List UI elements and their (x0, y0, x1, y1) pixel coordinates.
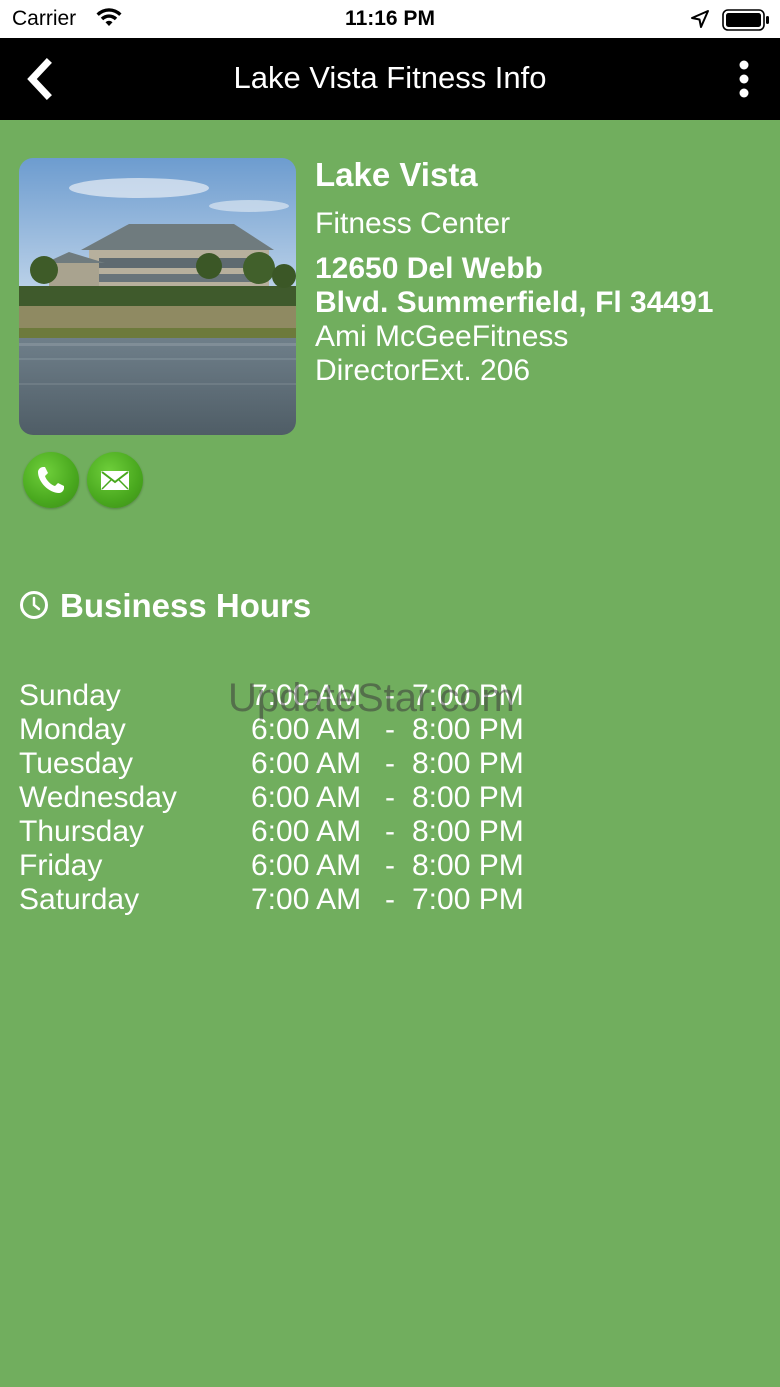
battery-icon (722, 9, 770, 36)
contact-line-1: Ami McGeeFitness (315, 320, 569, 353)
contact-line-2: DirectorExt. 206 (315, 354, 531, 387)
hours-open: 6:00 AM (251, 849, 362, 882)
hours-separator: - (385, 815, 395, 848)
watermark: UpdateStar.com (228, 676, 515, 720)
nav-bar: Lake Vista Fitness Info (0, 38, 780, 120)
hours-close: 8:00 PM (412, 815, 524, 848)
hours-row: Thursday 6:00 AM - 8:00 PM (19, 815, 619, 849)
address-line-1: 12650 Del Webb (315, 252, 543, 285)
hours-day: Friday (19, 849, 103, 882)
hours-separator: - (385, 849, 395, 882)
hours-close: 7:00 PM (412, 883, 524, 916)
call-button[interactable] (23, 452, 79, 508)
page-title: Lake Vista Fitness Info (233, 60, 547, 95)
hours-separator: - (385, 747, 395, 780)
hours-day: Thursday (19, 815, 145, 848)
facility-photo (19, 158, 296, 435)
hours-row: Saturday 7:00 AM - 7:00 PM (19, 883, 619, 917)
hours-day: Wednesday (19, 781, 177, 814)
hours-open: 7:00 AM (251, 883, 362, 916)
more-vertical-icon[interactable] (730, 58, 758, 100)
hours-day: Sunday (19, 679, 121, 712)
hours-separator: - (385, 781, 395, 814)
status-time: 11:16 PM (345, 7, 435, 30)
facility-name: Lake Vista (315, 156, 478, 193)
hours-close: 8:00 PM (412, 849, 524, 882)
hours-row: Wednesday 6:00 AM - 8:00 PM (19, 781, 619, 815)
hours-day: Saturday (19, 883, 140, 916)
phone-icon (38, 467, 64, 493)
facility-info: Lake Vista Fitness Center 12650 Del Webb… (315, 156, 765, 388)
hours-row: Friday 6:00 AM - 8:00 PM (19, 849, 619, 883)
hours-day: Monday (19, 713, 126, 746)
status-bar: Carrier 11:16 PM (0, 0, 780, 38)
address-line-2: Blvd. Summerfield, Fl 34491 (315, 286, 714, 319)
business-hours-title: Business Hours (60, 587, 312, 624)
clock-icon (19, 590, 49, 625)
hours-separator: - (385, 883, 395, 916)
mail-icon (101, 471, 129, 490)
email-button[interactable] (87, 452, 143, 508)
hours-open: 6:00 AM (251, 747, 362, 780)
facility-subtitle: Fitness Center (315, 207, 511, 240)
hours-day: Tuesday (19, 747, 133, 780)
hours-close: 8:00 PM (412, 747, 524, 780)
hours-open: 6:00 AM (251, 781, 362, 814)
hours-row: Tuesday 6:00 AM - 8:00 PM (19, 747, 619, 781)
location-arrow-icon (690, 9, 710, 34)
hours-open: 6:00 AM (251, 815, 362, 848)
hours-close: 8:00 PM (412, 781, 524, 814)
